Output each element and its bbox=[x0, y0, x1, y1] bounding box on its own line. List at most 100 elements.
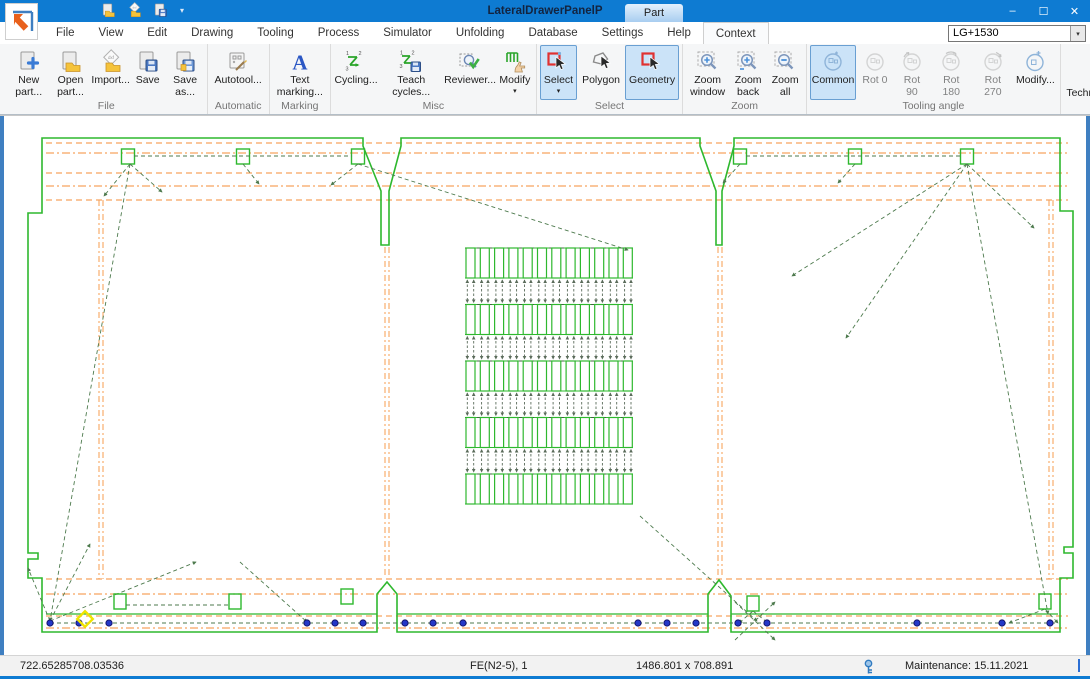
text-marking-button[interactable]: AText marking... bbox=[273, 45, 327, 100]
cycling-button[interactable]: 1 2 3 Cycling... bbox=[334, 45, 378, 100]
save-as-icon bbox=[172, 48, 198, 75]
button-label: Cycling... bbox=[334, 75, 377, 87]
quick-open-part-icon[interactable] bbox=[100, 2, 117, 19]
button-label: Open part... bbox=[53, 75, 87, 99]
button-label: Common bbox=[812, 75, 855, 87]
ribbon-group-marking: AText marking...Marking bbox=[270, 44, 331, 114]
app-logo-icon bbox=[9, 9, 35, 35]
ribbon-group-zoom: Zoom windowZoom backZoom allZoom bbox=[683, 44, 807, 114]
group-label: Marking bbox=[273, 100, 327, 114]
rot-180-button[interactable]: Rot 180 bbox=[931, 45, 972, 100]
text-marking-icon: A bbox=[287, 48, 313, 75]
tab-database[interactable]: Database bbox=[516, 22, 589, 44]
ribbon-group-file: New part...Open part...dxfImport... Save S… bbox=[6, 44, 208, 114]
button-label: Rot 0 bbox=[862, 75, 887, 87]
cycling-icon: 1 2 3 bbox=[343, 48, 369, 75]
button-label: Zoom all bbox=[771, 75, 799, 99]
geometry-button[interactable]: Geometry bbox=[625, 45, 679, 100]
drawing-canvas[interactable] bbox=[0, 115, 1090, 655]
zoom-window-icon bbox=[695, 48, 721, 75]
import-button[interactable]: dxfImport... bbox=[93, 45, 129, 100]
tab-help[interactable]: Help bbox=[655, 22, 703, 44]
button-label: Save as... bbox=[171, 75, 200, 99]
button-label: Modify bbox=[499, 75, 530, 87]
tab-edit[interactable]: Edit bbox=[135, 22, 179, 44]
zoom-back-button[interactable]: Zoom back bbox=[730, 45, 766, 100]
rot-0-button[interactable]: Rot 0 bbox=[857, 45, 893, 100]
dongle-icon bbox=[862, 659, 875, 678]
quick-save-icon[interactable] bbox=[152, 2, 169, 19]
maximize-button[interactable]: ☐ bbox=[1028, 0, 1059, 22]
canvas-left-frame bbox=[0, 116, 4, 655]
tab-unfolding[interactable]: Unfolding bbox=[444, 22, 517, 44]
rot-90-icon bbox=[899, 48, 925, 75]
save-button[interactable]: Save bbox=[130, 45, 166, 100]
save-as-button[interactable]: Save as... bbox=[167, 45, 204, 100]
svg-text:dxf: dxf bbox=[133, 6, 137, 10]
menu-tab-row: FileViewEditDrawingToolingProcessSimulat… bbox=[0, 22, 1090, 44]
app-logo[interactable] bbox=[5, 3, 38, 40]
import-icon: dxf bbox=[98, 48, 124, 75]
common-button[interactable]: Common bbox=[810, 45, 856, 100]
tab-settings[interactable]: Settings bbox=[590, 22, 656, 44]
zoom-all-button[interactable]: Zoom all bbox=[767, 45, 803, 100]
tab-view[interactable]: View bbox=[87, 22, 136, 44]
tab-context[interactable]: Context bbox=[703, 22, 769, 44]
ribbon-group-automatic: Autotool...Automatic bbox=[208, 44, 270, 114]
dropdown-caret-icon: ▾ bbox=[513, 87, 517, 96]
machine-selector-dropdown-icon[interactable]: ▾ bbox=[1070, 26, 1085, 41]
modify-button[interactable]: Modify▾ bbox=[497, 45, 533, 100]
machine-selector[interactable]: LG+1530 ▾ bbox=[948, 25, 1086, 42]
button-label: Autotool... bbox=[215, 75, 262, 87]
status-cursor-y: 708.03536 bbox=[72, 660, 124, 672]
tab-file[interactable]: File bbox=[44, 22, 87, 44]
status-part-dimensions: 1486.801 x 708.891 bbox=[636, 660, 733, 672]
new-part-button[interactable]: New part... bbox=[9, 45, 48, 100]
window-title: LateralDrawerPanelP bbox=[300, 0, 790, 22]
group-label: Zoom bbox=[686, 100, 803, 114]
ribbon: New part...Open part...dxfImport... Save S… bbox=[0, 44, 1090, 115]
zoom-all-icon bbox=[772, 48, 798, 75]
button-label: Rot 270 bbox=[977, 75, 1010, 99]
teach-cycles-icon: 123 bbox=[398, 48, 424, 75]
svg-text:2: 2 bbox=[359, 51, 362, 57]
contextual-tab-group-part: Part bbox=[625, 4, 683, 22]
canvas-right-frame bbox=[1086, 116, 1090, 655]
status-maintenance: Maintenance: 15.11.2021 bbox=[905, 660, 1028, 672]
svg-text:2: 2 bbox=[412, 50, 415, 56]
polygon-button[interactable]: Polygon bbox=[578, 45, 624, 100]
button-label: Text marking... bbox=[277, 75, 323, 99]
tab-tooling[interactable]: Tooling bbox=[245, 22, 305, 44]
zoom-window-button[interactable]: Zoom window bbox=[686, 45, 729, 100]
status-tick bbox=[1078, 659, 1080, 672]
tab-simulator[interactable]: Simulator bbox=[371, 22, 444, 44]
minimize-button[interactable]: – bbox=[997, 0, 1028, 22]
quick-import-icon[interactable]: dxf bbox=[126, 2, 143, 19]
open-part-button[interactable]: Open part... bbox=[49, 45, 91, 100]
modify-button[interactable]: Modify... bbox=[1014, 45, 1057, 100]
button-label: Save bbox=[136, 75, 160, 87]
reviewer-button[interactable]: Reviewer... bbox=[444, 45, 496, 100]
svg-text:3: 3 bbox=[346, 66, 349, 72]
tab-drawing[interactable]: Drawing bbox=[179, 22, 245, 44]
close-button[interactable]: ✕ bbox=[1059, 0, 1090, 22]
teach-cycles-button[interactable]: 123Teach cycles... bbox=[379, 45, 443, 100]
new-part-icon bbox=[16, 48, 42, 75]
part-drawing bbox=[0, 116, 1090, 655]
status-selection: FE(N2-5), 1 bbox=[470, 660, 527, 672]
button-label: Geometry bbox=[629, 75, 675, 87]
technologies-button[interactable]: Technologies... bbox=[1064, 58, 1090, 101]
rot-180-icon bbox=[938, 48, 964, 75]
quick-access-caret-icon[interactable]: ▾ bbox=[180, 6, 184, 15]
button-label: Rot 90 bbox=[898, 75, 926, 99]
reviewer-icon bbox=[457, 48, 483, 75]
title-bar: dxf ▾ LateralDrawerPanelP Part – ☐ ✕ bbox=[0, 0, 1090, 22]
autotool-button[interactable]: Autotool... bbox=[211, 45, 266, 100]
svg-text:1: 1 bbox=[346, 51, 349, 57]
save-icon bbox=[135, 48, 161, 75]
rot-270-button[interactable]: Rot 270 bbox=[973, 45, 1014, 100]
tab-process[interactable]: Process bbox=[306, 22, 372, 44]
svg-text:A: A bbox=[292, 50, 308, 74]
select-button[interactable]: Select▾ bbox=[540, 45, 577, 100]
rot-90-button[interactable]: Rot 90 bbox=[894, 45, 930, 100]
